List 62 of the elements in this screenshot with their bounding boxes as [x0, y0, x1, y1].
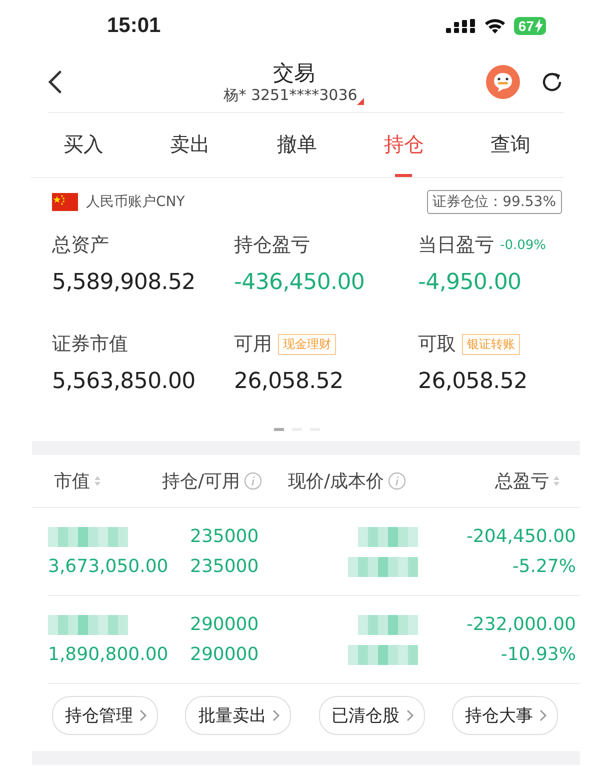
tab[interactable]: 卖出 — [136, 113, 244, 177]
account-number[interactable]: 杨* 3251****3036 — [224, 86, 358, 104]
column-header[interactable]: 现价/成本价 — [288, 469, 384, 493]
action-button[interactable]: 持仓大事 — [452, 696, 558, 735]
dropdown-triangle-icon[interactable] — [357, 98, 364, 104]
table-cell-text: 290000 — [190, 612, 260, 636]
metric-label: 总资产 — [52, 233, 109, 258]
bolt-icon — [534, 18, 544, 34]
tab[interactable]: 查询 — [457, 113, 564, 177]
table-cell: 3,673,050.00 — [48, 554, 168, 578]
action-button[interactable]: 已清仓股 — [318, 696, 425, 735]
metric-label: 可用 — [234, 332, 272, 357]
action-button[interactable]: 批量卖出 — [185, 696, 292, 735]
signal-icon — [446, 19, 476, 33]
table-cell: -204,450.00 — [466, 524, 576, 548]
column-header[interactable]: 总盈亏 — [495, 469, 549, 493]
chevron-right-icon[interactable] — [272, 709, 280, 722]
metric-value: 5,589,908.52 — [52, 270, 196, 295]
metric-value: 26,058.52 — [234, 369, 344, 394]
tab[interactable]: 撤单 — [244, 113, 350, 177]
battery-level: 67 — [518, 18, 534, 34]
refresh-icon[interactable] — [540, 70, 564, 94]
back-icon[interactable] — [48, 70, 62, 94]
sort-icon[interactable] — [94, 475, 101, 487]
action-button[interactable]: 持仓管理 — [52, 696, 158, 735]
info-icon[interactable] — [244, 472, 262, 490]
page-title: 交易 — [273, 60, 315, 86]
chevron-right-icon[interactable] — [538, 709, 547, 722]
chat-bot-icon[interactable] — [486, 65, 520, 99]
table-cell-text: 235000 — [190, 524, 260, 548]
tab[interactable]: 买入 — [30, 113, 137, 177]
redacted-block — [358, 524, 418, 548]
metric-label: 证券市值 — [52, 332, 128, 357]
position-ratio-badge: 证券仓位：99.53% — [426, 190, 562, 214]
table-cell-text: 235000 — [190, 554, 260, 578]
metric-label: 持仓盈亏 — [234, 233, 310, 258]
metric-value: -4,950.00 — [418, 270, 522, 295]
tab[interactable]: 持仓 — [350, 113, 458, 177]
info-icon[interactable] — [388, 472, 406, 490]
metric-label: 可取 — [418, 332, 456, 357]
flag-icon — [52, 193, 78, 211]
sort-icon[interactable] — [553, 475, 560, 487]
chevron-right-icon[interactable] — [406, 709, 414, 722]
column-header[interactable]: 市值 — [54, 469, 90, 493]
redacted-block — [358, 612, 418, 636]
redacted-block — [348, 554, 418, 578]
table-cell: -10.93% — [500, 642, 576, 666]
metric-value: -436,450.00 — [234, 270, 366, 295]
status-time: 15:01 — [107, 14, 161, 38]
percent-change: -0.09% — [500, 238, 546, 252]
metric-label: 当日盈亏 — [418, 233, 494, 258]
metric-value: 26,058.52 — [418, 369, 528, 394]
table-cell: 1,890,800.00 — [48, 642, 168, 666]
table-cell: -232,000.00 — [466, 612, 576, 636]
table-cell-text: 290000 — [190, 642, 260, 666]
redacted-block — [348, 642, 418, 666]
chevron-right-icon[interactable] — [139, 709, 147, 722]
wifi-icon — [484, 18, 506, 34]
metric-value: 5,563,850.00 — [52, 369, 196, 394]
currency-label: 人民币账户CNY — [86, 193, 185, 211]
table-cell: -5.27% — [512, 554, 576, 578]
column-header[interactable]: 持仓/可用 — [162, 469, 240, 493]
